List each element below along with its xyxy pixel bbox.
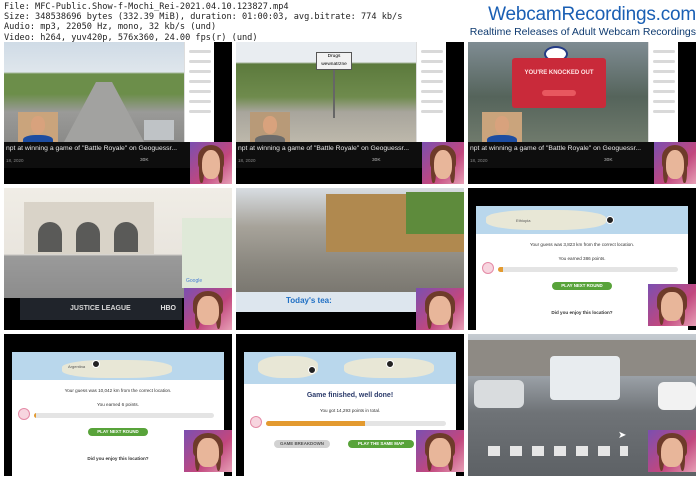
streamer-webcam [654, 142, 696, 184]
streamer-webcam [416, 430, 464, 472]
guess-pin-icon [386, 360, 394, 368]
brand-logo: WebcamRecordings.com [488, 4, 696, 25]
chat-panel [184, 42, 214, 142]
video-date: 18, 2020 [238, 158, 256, 163]
video-title: npt at winning a game of "Battle Royale"… [238, 145, 410, 152]
result-distance: Your guess was 3,823 km from the correct… [529, 242, 635, 247]
modal-button[interactable] [542, 90, 576, 96]
guess-pin-icon [92, 360, 100, 368]
road-sign: Drugs wewnatrzne [316, 52, 352, 70]
streamer-webcam [190, 142, 232, 184]
road-sign-line-1: Drugs [327, 54, 341, 59]
thumbnail-grid: npt at winning a game of "Battle Royale"… [4, 42, 696, 476]
thumbnail-6: Ethiopia Your guess was 3,823 km from th… [468, 188, 696, 330]
result-map[interactable]: Argentina [12, 352, 224, 380]
modal-title: YOU'RE KNOCKED OUT [524, 70, 594, 76]
score-bar [498, 267, 678, 272]
brand-watermark: WebcamRecordings.com Realtime Releases o… [470, 4, 696, 39]
total-score-bar [266, 421, 446, 426]
ad-banner[interactable]: JUSTICE LEAGUE HBO [20, 298, 182, 320]
video-date: 18, 2020 [6, 158, 24, 163]
score-bar [34, 413, 214, 418]
play-next-round-button[interactable]: PLAY NEXT ROUND [88, 428, 148, 436]
building-facade [24, 202, 154, 254]
chat-panel [416, 42, 446, 142]
result-distance: Your guess was 10,042 km from the correc… [64, 388, 172, 393]
article-headline: Today's tea: [286, 296, 332, 305]
streamer-webcam [416, 288, 464, 330]
result-points: You earned 6 points. [97, 402, 139, 407]
streamer-webcam [648, 284, 696, 326]
parked-car [474, 380, 524, 408]
video-title: npt at winning a game of "Battle Royale"… [470, 145, 642, 152]
game-breakdown-button[interactable]: GAME BREAKDOWN [274, 440, 330, 448]
streamer-webcam [184, 430, 232, 472]
result-points: You earned 386 points. [558, 256, 606, 261]
final-map[interactable] [244, 352, 456, 384]
van [550, 356, 620, 400]
crosswalk [488, 446, 628, 456]
thumbnail-2: Drugs wewnatrzne npt at winning a game of… [236, 42, 464, 184]
banner-title: JUSTICE LEAGUE [70, 305, 131, 312]
result-map[interactable]: Ethiopia [476, 206, 688, 234]
thumbnail-5: Today's tea: [236, 188, 464, 330]
google-logo: Google [186, 278, 203, 284]
guess-pin-icon [606, 216, 614, 224]
knocked-out-modal: YOU'RE KNOCKED OUT [512, 58, 606, 108]
map-label: Ethiopia [516, 218, 531, 223]
article-card[interactable]: Today's tea: [236, 292, 416, 312]
brand-tagline: Realtime Releases of Adult Webcam Record… [469, 26, 696, 38]
meta-size: Size: 348538696 bytes (332.39 MiB), dura… [4, 12, 403, 23]
thumbnail-1: npt at winning a game of "Battle Royale"… [4, 42, 232, 184]
streamer-webcam [422, 142, 464, 184]
thumbnail-9: ➤ [468, 334, 696, 476]
play-same-map-button[interactable]: PLAY THE SAME MAP [348, 440, 414, 448]
meta-audio: Audio: mp3, 22050 Hz, mono, 32 kb/s (und… [4, 22, 217, 33]
streamer-webcam [648, 430, 696, 472]
thumbnail-8: Game finished, well done! You got 14,293… [236, 334, 464, 476]
video-metadata: File: MFC-Public.Show-f-Mochi_Rei-2021.0… [4, 2, 402, 43]
shop-sign [406, 192, 464, 234]
nav-arrow-icon[interactable]: ➤ [618, 430, 626, 441]
player-avatar [482, 262, 494, 274]
like-count[interactable]: 30K [140, 158, 149, 163]
sign-post [333, 70, 335, 118]
guess-pin-icon [308, 366, 316, 374]
thumbnail-4: Google JUSTICE LEAGUE HBO [4, 188, 232, 330]
player-avatar [18, 408, 30, 420]
meta-file: File: MFC-Public.Show-f-Mochi_Rei-2021.0… [4, 2, 289, 12]
like-count[interactable]: 30K [604, 158, 613, 163]
final-headline: Game finished, well done! [306, 392, 394, 399]
map-label: Argentina [68, 364, 86, 369]
road-sign-line-2: wewnatrzne [321, 62, 347, 67]
play-next-round-button[interactable]: PLAY NEXT ROUND [552, 282, 612, 290]
video-title: npt at winning a game of "Battle Royale"… [6, 145, 178, 152]
chat-panel [648, 42, 678, 142]
banner-network: HBO [160, 305, 176, 312]
final-total: You got 14,293 points in total. [319, 408, 381, 413]
minimap[interactable]: Google [182, 218, 232, 288]
like-count[interactable]: 30K [372, 158, 381, 163]
parked-car [658, 382, 696, 410]
player-avatar [250, 416, 262, 428]
thumbnail-3: YOU'RE KNOCKED OUT npt at winning a game… [468, 42, 696, 184]
minimap[interactable] [144, 120, 174, 140]
video-date: 18, 2020 [470, 158, 488, 163]
thumbnail-7: Argentina Your guess was 10,042 km from … [4, 334, 232, 476]
streamer-webcam [184, 288, 232, 330]
